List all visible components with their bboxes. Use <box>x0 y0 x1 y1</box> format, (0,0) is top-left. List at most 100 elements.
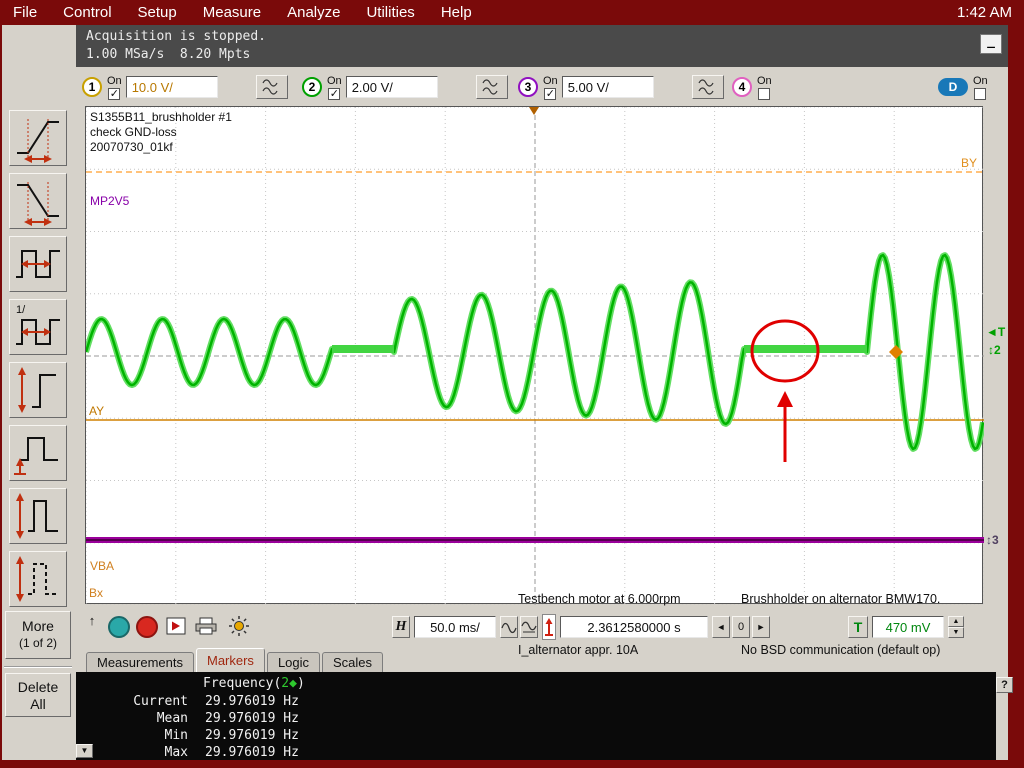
meas-vbase-icon[interactable] <box>9 551 67 607</box>
channel-4-on-checkbox[interactable] <box>758 87 771 100</box>
sample-rate-status: 1.00 MSa/s 8.20 Mpts <box>86 47 251 62</box>
menu-measure[interactable]: Measure <box>190 0 274 25</box>
channel-1-on-checkbox[interactable] <box>108 87 121 100</box>
menu-utilities[interactable]: Utilities <box>353 0 427 25</box>
channel-3-badge[interactable]: 3 <box>518 77 538 97</box>
channel-4-badge[interactable]: 4 <box>732 77 752 97</box>
channel-2-scale-field[interactable]: 2.00 V/ <box>345 76 438 98</box>
channel-2-on-label: On <box>327 74 342 87</box>
menu-control[interactable]: Control <box>50 0 124 25</box>
run-button[interactable] <box>108 616 130 638</box>
digital-on-checkbox[interactable] <box>974 87 987 100</box>
scope-display[interactable]: S1355B11_brushholder #1 check GND-loss 2… <box>85 106 984 657</box>
app-panel: Acquisition is stopped. 1.00 MSa/s 8.20 … <box>2 25 1013 760</box>
measurement-close-paren: ) <box>296 676 305 691</box>
trigger-level-field[interactable]: 470 mV <box>872 616 944 638</box>
trigger-level-down-button[interactable]: ▼ <box>948 627 964 638</box>
menu-file[interactable]: File <box>0 0 50 25</box>
measurement-row-value: 29.976019 Hz <box>205 694 299 709</box>
measurement-row-value: 29.976019 Hz <box>205 728 299 743</box>
meas-vtop-icon[interactable] <box>9 425 67 481</box>
annotation-line-3: 20070730_01kf <box>90 140 173 154</box>
tab-markers[interactable]: Markers <box>195 648 265 672</box>
measurement-name: Frequency( <box>203 676 282 691</box>
measurement-marker-icon: ◆ <box>289 676 297 691</box>
more-label: More <box>22 618 54 634</box>
marker-ay-label: AY <box>89 404 105 418</box>
export-icon[interactable] <box>166 617 186 640</box>
minimize-button[interactable]: _ <box>980 34 1002 54</box>
position-left-button[interactable]: ◄ <box>712 616 730 638</box>
measurement-source: 2 <box>281 676 290 691</box>
measurements-panel: Frequency(2◆) Current 29.976019 Hz Mean 29.… <box>76 672 996 760</box>
trigger-time-mark <box>529 107 539 115</box>
waveform-svg[interactable] <box>86 107 984 605</box>
channel-1-group: 1 On10.0 V/ <box>82 74 288 100</box>
measurement-row-value: 29.976019 Hz <box>205 711 299 726</box>
probe-label: MP2V5 <box>90 194 130 208</box>
channel2-ground-marker[interactable]: ↕2 <box>988 343 1001 357</box>
trigger-label: T <box>848 616 868 638</box>
status-bar: Acquisition is stopped. 1.00 MSa/s 8.20 … <box>76 25 1008 67</box>
channel-3-on-label: On <box>543 74 558 87</box>
measurement-header: Frequency(2◆) <box>203 676 305 691</box>
measurement-row: Min 29.976019 Hz <box>116 728 299 743</box>
channel-3-on-checkbox[interactable] <box>544 87 557 100</box>
measurement-row-label: Mean <box>156 711 188 726</box>
tab-scales[interactable]: Scales <box>322 652 384 672</box>
brightness-icon[interactable] <box>228 615 250 642</box>
channel-2-badge[interactable]: 2 <box>302 77 322 97</box>
more-button[interactable]: More (1 of 2) <box>5 611 71 659</box>
horizontal-position-field[interactable]: 2.3612580000 s <box>560 616 708 638</box>
menu-help[interactable]: Help <box>428 0 485 25</box>
printer-icon[interactable] <box>194 616 218 641</box>
channel-4-on-label: On <box>757 74 772 87</box>
position-right-button[interactable]: ► <box>752 616 770 638</box>
channel3-ground-marker[interactable]: ↕3 <box>986 533 999 547</box>
stop-button[interactable] <box>136 616 158 638</box>
delete-label-1: Delete <box>17 679 59 695</box>
meas-vpp-icon[interactable] <box>9 362 67 418</box>
channel-2-on-checkbox[interactable] <box>328 87 341 100</box>
digital-group: D On <box>938 74 988 100</box>
meas-vamplitude-icon[interactable] <box>9 488 67 544</box>
tab-bar: Measurements Markers Logic Scales <box>76 648 1008 672</box>
menu-bar: File Control Setup Measure Analyze Utilities H… <box>0 0 1024 25</box>
channel-3-scale-field[interactable]: 5.00 V/ <box>561 76 654 98</box>
scroll-down-button[interactable]: ▼ <box>76 744 93 758</box>
acquisition-status: Acquisition is stopped. <box>86 29 267 44</box>
horizontal-bar: ↑ H 50.0 ms/ 2.3612580000 s ◄ 0 ► T 470 … <box>76 610 1008 648</box>
clock: 1:42 AM <box>956 4 1012 21</box>
meas-period-icon[interactable] <box>9 236 67 292</box>
meas-fall-time-icon[interactable] <box>9 173 67 229</box>
tab-logic[interactable]: Logic <box>266 652 321 672</box>
position-zero-button[interactable]: 0 <box>732 616 750 638</box>
sidebar-separator <box>4 666 72 668</box>
channel-3-coupling-button[interactable] <box>691 75 724 99</box>
menu-analyze[interactable]: Analyze <box>274 0 353 25</box>
channel-2-coupling-button[interactable] <box>475 75 508 99</box>
meas-rise-time-icon[interactable] <box>9 110 67 166</box>
digital-on-label: On <box>973 74 988 87</box>
tab-measurements[interactable]: Measurements <box>86 652 194 672</box>
digital-badge[interactable]: D <box>938 78 968 96</box>
horizontal-zoom-icon[interactable] <box>520 616 538 638</box>
channel-1-scale-field[interactable]: 10.0 V/ <box>125 76 218 98</box>
trigger-level-marker[interactable]: ◄T <box>986 325 1005 339</box>
expand-up-icon[interactable]: ↑ <box>84 612 100 628</box>
meas-frequency-icon[interactable]: 1/ <box>9 299 67 355</box>
horizontal-sine-icon[interactable] <box>500 616 518 638</box>
svg-text:1/: 1/ <box>16 304 26 316</box>
annotation-line-1: S1355B11_brushholder #1 <box>90 110 232 124</box>
note-left-1: Testbench motor at 6.000rpm <box>518 592 681 606</box>
trigger-level-up-button[interactable]: ▲ <box>948 616 964 627</box>
timebase-field[interactable]: 50.0 ms/ <box>414 616 496 638</box>
delete-label-2: All <box>30 696 46 712</box>
channel-1-coupling-button[interactable] <box>255 75 288 99</box>
note-right-1: Brushholder on alternator BMW170. <box>741 592 941 606</box>
channel-1-badge[interactable]: 1 <box>82 77 102 97</box>
horizontal-label: H <box>392 616 410 638</box>
help-button[interactable]: ? <box>996 677 1013 693</box>
menu-setup[interactable]: Setup <box>125 0 190 25</box>
delete-all-button[interactable]: Delete All <box>5 673 71 717</box>
